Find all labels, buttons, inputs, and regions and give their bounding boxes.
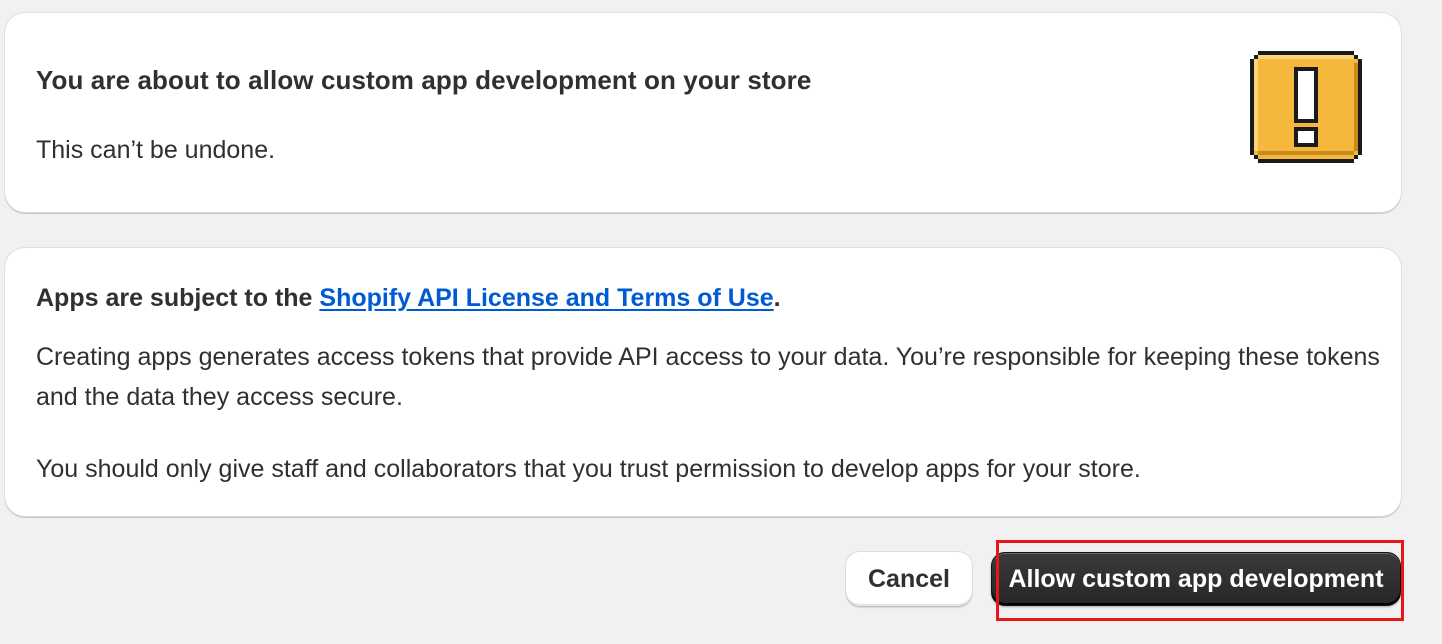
warning-subtitle: This can’t be undone. — [36, 136, 276, 164]
warning-title: You are about to allow custom app develo… — [36, 65, 812, 95]
allow-custom-app-development-button[interactable]: Allow custom app development — [991, 552, 1401, 606]
api-license-link[interactable]: Shopify API License and Terms of Use — [319, 284, 773, 312]
staff-permission-paragraph: You should only give staff and collabora… — [36, 455, 1141, 483]
license-notice-prefix: Apps are subject to the — [36, 284, 320, 312]
license-notice: Apps are subject to the Shopify API Lice… — [36, 284, 781, 313]
warning-card: You are about to allow custom app develo… — [5, 13, 1401, 213]
cancel-button[interactable]: Cancel — [846, 552, 972, 606]
license-notice-suffix: . — [773, 284, 781, 312]
info-card: Apps are subject to the Shopify API Lice… — [5, 248, 1401, 517]
exclamation-warning-icon — [1250, 51, 1362, 163]
access-token-paragraph: Creating apps generates access tokens th… — [36, 343, 1380, 411]
